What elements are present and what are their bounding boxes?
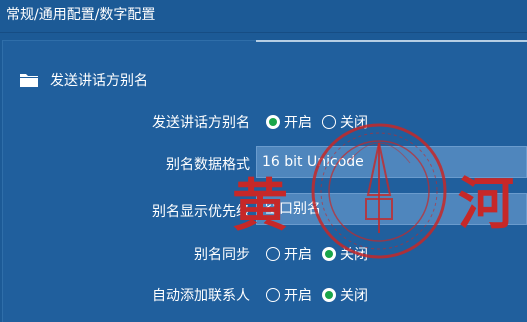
- radio-on-indicator: [266, 115, 280, 129]
- divider: [256, 40, 527, 42]
- breadcrumb: 常规/通用配置/数字配置: [0, 0, 527, 33]
- radio-auto-add-on[interactable]: 开启: [266, 285, 312, 305]
- folder-icon: [20, 73, 38, 87]
- row-label-send-alias: 发送讲话方别名: [152, 115, 250, 131]
- seal-stamp-watermark: [311, 123, 447, 259]
- section-title: 发送讲话方别名: [50, 73, 148, 89]
- row-label-auto-add-contact: 自动添加联系人: [152, 288, 250, 304]
- row-label-alias-sync: 别名同步: [194, 247, 250, 263]
- radio-on-indicator: [322, 288, 336, 302]
- radio-auto-add-off[interactable]: 关闭: [322, 285, 368, 305]
- radio-label: 开启: [284, 288, 312, 304]
- radio-off-indicator: [266, 247, 280, 261]
- radio-group-auto-add-contact: 开启 关闭: [266, 285, 378, 305]
- radio-label: 关闭: [340, 288, 368, 304]
- radio-send-alias-on[interactable]: 开启: [266, 112, 312, 132]
- seal-character-right: 河: [458, 171, 514, 237]
- row-label-alias-format: 别名数据格式: [166, 157, 250, 173]
- section-header: 发送讲话方别名: [20, 70, 148, 90]
- radio-alias-sync-on[interactable]: 开启: [266, 244, 312, 264]
- radio-off-indicator: [266, 288, 280, 302]
- row-label-alias-priority: 别名显示优先级: [152, 204, 250, 220]
- seal-character-left: 黄: [232, 173, 288, 239]
